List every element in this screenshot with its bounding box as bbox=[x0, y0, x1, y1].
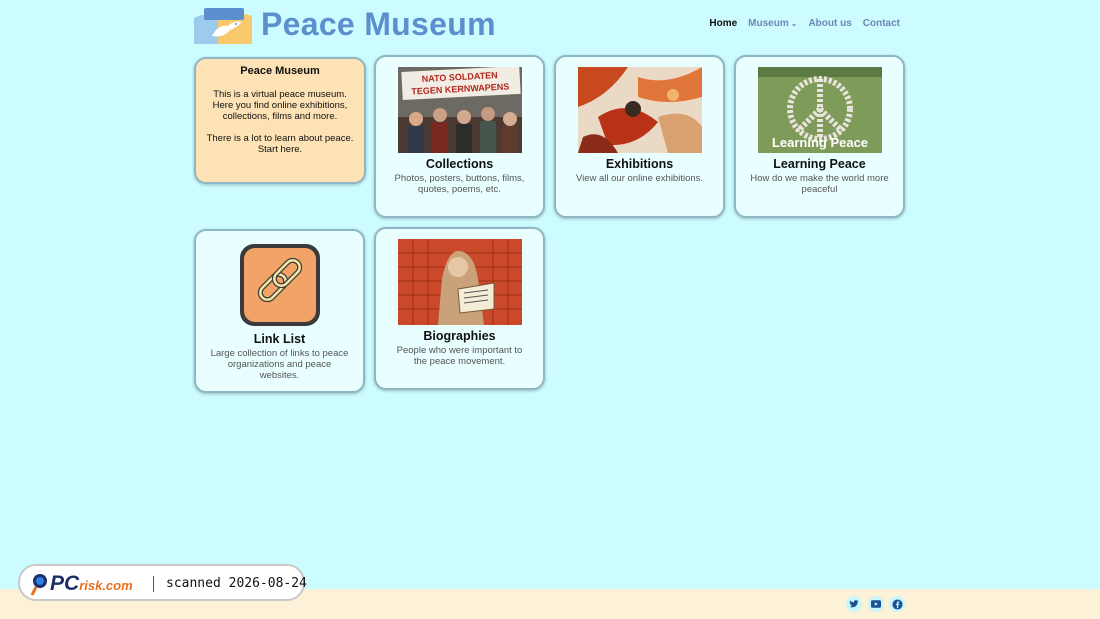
chevron-down-icon: ⌄ bbox=[790, 19, 798, 28]
card-title: Collections bbox=[425, 157, 494, 171]
intro-title: Peace Museum bbox=[240, 65, 320, 77]
youtube-icon[interactable] bbox=[868, 596, 884, 612]
site-title[interactable]: Peace Museum bbox=[261, 6, 496, 43]
facebook-icon[interactable] bbox=[889, 596, 905, 612]
intro-text: This is a virtual peace museum. Here you… bbox=[212, 89, 348, 122]
card-exhibitions[interactable]: Exhibitions View all our online exhibiti… bbox=[554, 55, 725, 218]
card-description: People who were important to the peace m… bbox=[396, 345, 523, 367]
card-title: Exhibitions bbox=[605, 157, 674, 171]
card-learning-peace[interactable]: Learning Peace Learning Peace How do we … bbox=[734, 55, 905, 218]
nav-contact[interactable]: Contact bbox=[863, 18, 900, 29]
card-title: Biographies bbox=[423, 329, 496, 343]
card-description: View all our online exhibitions. bbox=[575, 173, 704, 184]
card-biographies[interactable]: Biographies People who were important to… bbox=[374, 227, 545, 390]
collections-image: NATO SOLDATEN TEGEN KERNWAPENS bbox=[397, 67, 522, 153]
biographies-image bbox=[397, 239, 522, 325]
badge-separator bbox=[153, 576, 154, 592]
link-chain-icon bbox=[238, 242, 322, 328]
twitter-icon[interactable] bbox=[846, 596, 862, 612]
card-collections[interactable]: NATO SOLDATEN TEGEN KERNWAPENS Collectio… bbox=[374, 55, 545, 218]
main-nav: Home Museum ⌄ About us Contact bbox=[709, 18, 900, 29]
card-description: How do we make the world more peaceful bbox=[750, 173, 889, 195]
nav-museum[interactable]: Museum ⌄ bbox=[748, 18, 797, 29]
magnifier-logo-icon bbox=[30, 574, 47, 596]
nav-museum-label: Museum bbox=[748, 18, 789, 29]
dove-logo-icon[interactable] bbox=[194, 6, 252, 44]
card-description: Photos, posters, buttons, films, quotes,… bbox=[394, 173, 525, 195]
card-description: Large collection of links to peace organ… bbox=[210, 348, 349, 381]
card-link-list[interactable]: Link List Large collection of links to p… bbox=[194, 229, 365, 393]
brand-risk: risk.com bbox=[79, 578, 133, 593]
site-header: Peace Museum Home Museum ⌄ About us Conta… bbox=[194, 4, 906, 46]
brand-logo: PCrisk.com bbox=[50, 572, 133, 596]
intro-text-start: There is a lot to learn about peace. Sta… bbox=[206, 133, 354, 155]
brand-pc: PC bbox=[50, 572, 80, 595]
card-title: Link List bbox=[253, 332, 306, 346]
image-caption: Learning Peace bbox=[771, 135, 867, 150]
intro-card: Peace Museum This is a virtual peace mus… bbox=[194, 57, 366, 184]
nav-home[interactable]: Home bbox=[709, 18, 737, 29]
scan-date-text: scanned 2026-08-24 bbox=[166, 576, 307, 591]
nav-about[interactable]: About us bbox=[808, 18, 851, 29]
card-title: Learning Peace bbox=[773, 157, 866, 171]
exhibitions-image bbox=[577, 67, 702, 153]
scan-watermark-badge: PCrisk.com scanned 2026-08-24 bbox=[18, 564, 307, 601]
learning-peace-image: Learning Peace bbox=[757, 67, 882, 153]
